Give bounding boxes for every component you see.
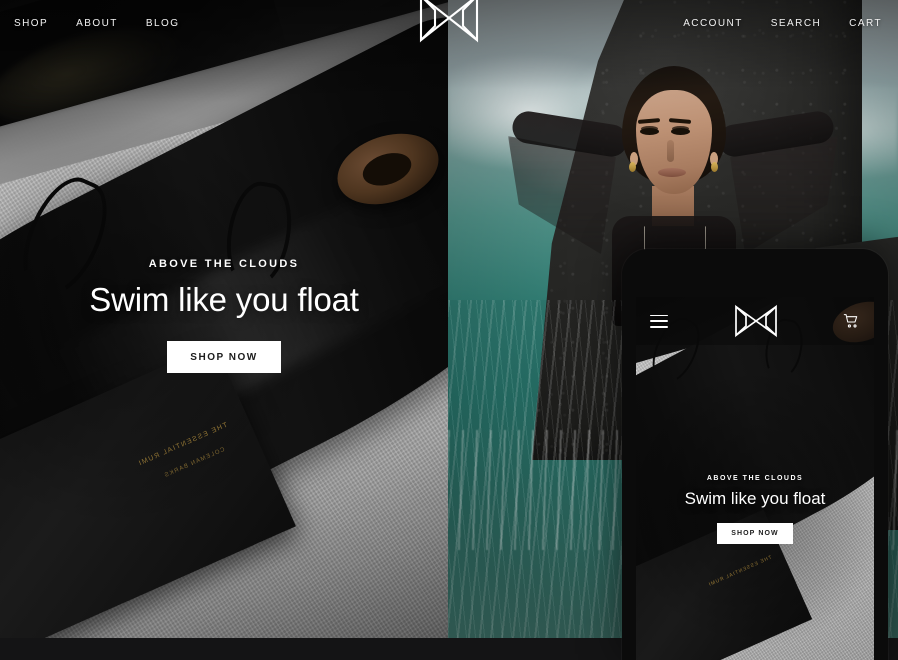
shopping-cart-icon[interactable] xyxy=(843,313,860,329)
nav-link-cart[interactable]: CART xyxy=(849,18,882,29)
mobile-preview-mockup: THE ESSENTIAL RUMI xyxy=(622,249,888,660)
mobile-hero-headline: Swim like you float xyxy=(684,489,826,508)
mobile-angular-monogram-logo[interactable] xyxy=(732,301,780,341)
hamburger-menu-icon[interactable] xyxy=(650,314,668,328)
primary-nav: SHOP ABOUT BLOG xyxy=(0,18,179,29)
mobile-header xyxy=(636,297,874,345)
nav-link-shop[interactable]: SHOP xyxy=(14,18,48,29)
hero-eyebrow: ABOVE THE CLOUDS xyxy=(148,258,300,270)
hero-content: ABOVE THE CLOUDS Swim like you float SHO… xyxy=(0,258,448,373)
nav-link-search[interactable]: SEARCH xyxy=(771,18,821,29)
mobile-hero-eyebrow: ABOVE THE CLOUDS xyxy=(706,475,804,482)
angular-monogram-logo[interactable] xyxy=(417,0,481,46)
utility-nav: ACCOUNT SEARCH CART xyxy=(683,18,898,29)
shop-now-button[interactable]: SHOP NOW xyxy=(167,341,281,373)
page-root: THE ESSENTIAL RUMI COLEMAN BARKS xyxy=(0,0,898,660)
hero-headline: Swim like you float xyxy=(89,281,359,318)
nav-link-blog[interactable]: BLOG xyxy=(146,18,180,29)
nav-link-about[interactable]: ABOUT xyxy=(76,18,118,29)
mobile-preview-screen: THE ESSENTIAL RUMI xyxy=(636,297,874,660)
nav-link-account[interactable]: ACCOUNT xyxy=(683,18,743,29)
mobile-hero-content: ABOVE THE CLOUDS Swim like you float SHO… xyxy=(636,475,874,544)
mobile-shop-now-button[interactable]: SHOP NOW xyxy=(717,523,793,544)
